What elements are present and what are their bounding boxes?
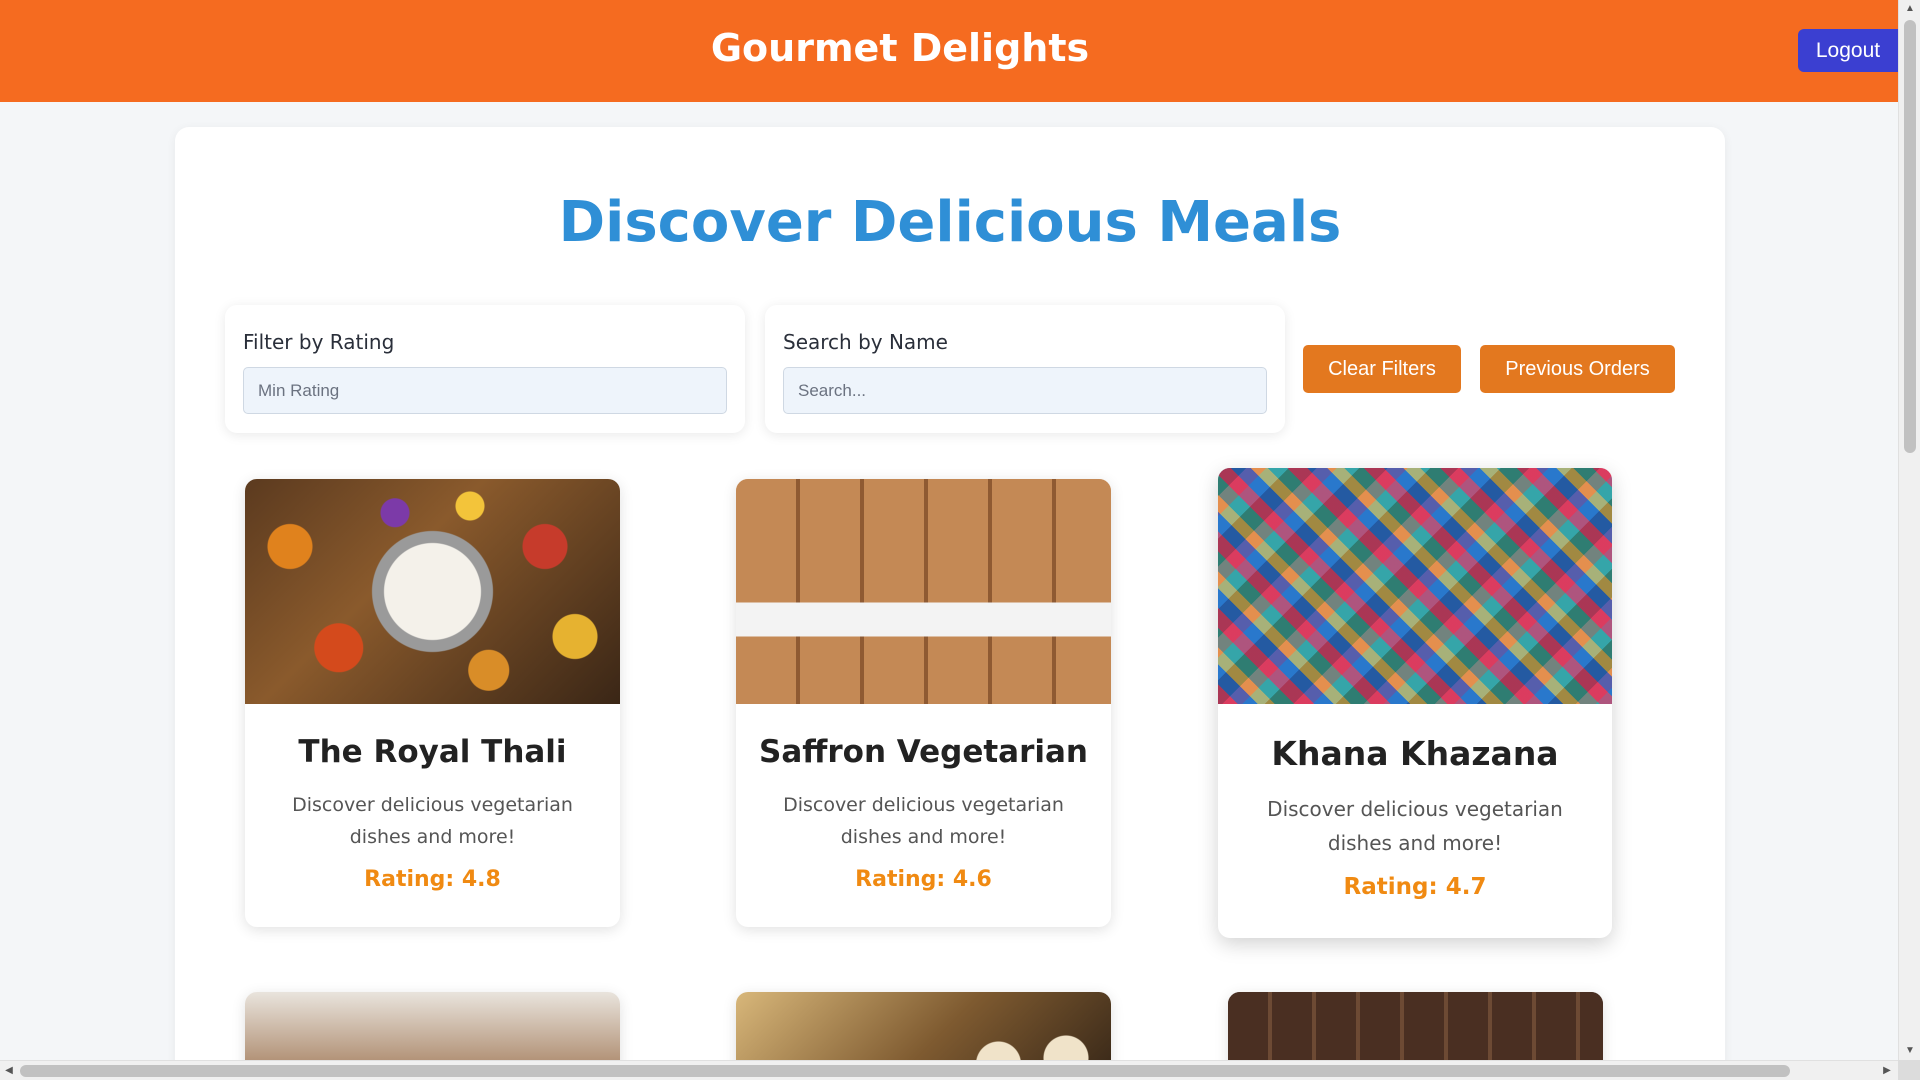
app-brand-title: Gourmet Delights [710, 26, 1090, 70]
meal-name: The Royal Thali [298, 734, 567, 770]
meal-rating: Rating: 4.7 [1343, 874, 1487, 900]
meal-name: Saffron Vegetarian [759, 734, 1088, 770]
meal-description: Discover delicious vegetarian dishes and… [1267, 797, 1563, 855]
meal-image [1218, 468, 1612, 704]
previous-orders-button[interactable]: Previous Orders [1480, 345, 1675, 393]
scrollbar-corner [1898, 1060, 1920, 1080]
page-title: Discover Delicious Meals [558, 190, 1342, 255]
clear-filters-button[interactable]: Clear Filters [1303, 345, 1461, 393]
meal-image [245, 479, 620, 704]
meal-card[interactable]: Khana Khazana Discover delicious vegetar… [1218, 468, 1612, 938]
search-label: Search by Name [783, 330, 948, 354]
scroll-right-icon[interactable]: ▶ [1878, 1061, 1896, 1080]
meal-card[interactable]: Saffron Vegetarian Discover delicious ve… [736, 479, 1111, 927]
meal-description: Discover delicious vegetarian dishes and… [292, 794, 573, 848]
min-rating-input[interactable] [243, 367, 727, 414]
meal-rating: Rating: 4.8 [364, 867, 501, 892]
search-input[interactable] [783, 367, 1267, 414]
vertical-scroll-thumb[interactable] [1904, 20, 1916, 453]
horizontal-scrollbar[interactable]: ◀ ▶ [0, 1060, 1898, 1080]
meal-card[interactable]: The Royal Thali Discover delicious veget… [245, 479, 620, 927]
rating-filter-label: Filter by Rating [243, 330, 395, 354]
meal-image [736, 479, 1111, 704]
meal-name: Khana Khazana [1271, 734, 1559, 773]
app-header: Gourmet Delights Logout [0, 0, 1898, 102]
search-panel: Search by Name [765, 305, 1285, 433]
meal-description: Discover delicious vegetarian dishes and… [783, 794, 1064, 848]
logout-button[interactable]: Logout [1798, 29, 1898, 72]
meal-rating: Rating: 4.6 [855, 867, 992, 892]
rating-filter-panel: Filter by Rating [225, 305, 745, 433]
scroll-up-icon[interactable]: ▲ [1899, 0, 1920, 18]
horizontal-scroll-thumb[interactable] [20, 1065, 1790, 1077]
vertical-scrollbar[interactable]: ▲ ▼ [1898, 0, 1920, 1060]
scroll-down-icon[interactable]: ▼ [1899, 1042, 1920, 1060]
scroll-left-icon[interactable]: ◀ [0, 1061, 18, 1080]
